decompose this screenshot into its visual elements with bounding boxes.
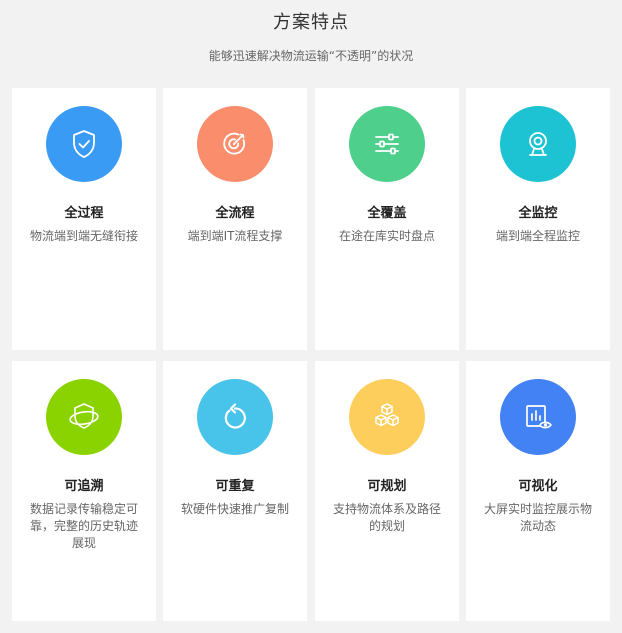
feature-title: 全流程 [215, 206, 255, 221]
feature-icon-circle [349, 379, 425, 455]
feature-description: 端到端IT流程支撑 [187, 229, 283, 243]
feature-description: 数据记录传输稳定可靠，完整的历史轨迹展现 [29, 502, 138, 550]
feature-title: 全过程 [64, 206, 104, 221]
feature-title: 可重复 [215, 479, 255, 494]
feature-description: 支持物流体系及路径的规划 [332, 502, 441, 533]
feature-card-visualization: 可视化 大屏实时监控展示物流动态 [466, 361, 610, 621]
feature-title: 可规划 [367, 479, 407, 494]
feature-icon-circle [197, 106, 273, 182]
feature-icon-circle [500, 106, 576, 182]
feature-icon-circle [500, 379, 576, 455]
feature-card-repeatable: 可重复 软硬件快速推广复制 [163, 361, 307, 621]
feature-card-full-monitoring: 全监控 端到端全程监控 [466, 88, 610, 350]
feature-card-full-process: 全过程 物流端到端无缝衔接 [12, 88, 156, 350]
refresh-icon [224, 403, 246, 429]
target-icon [223, 132, 246, 155]
feature-description: 软硬件快速推广复制 [180, 502, 289, 516]
shield-orbit-icon [69, 403, 99, 429]
webcam-icon [529, 132, 547, 156]
page-title: 方案特点 [273, 12, 349, 33]
feature-description: 物流端到端无缝衔接 [29, 229, 138, 243]
feature-icon-circle [46, 379, 122, 455]
feature-title: 可追溯 [64, 479, 104, 494]
feature-description: 在途在库实时盘点 [338, 229, 435, 243]
feature-icon-circle [46, 106, 122, 182]
feature-title: 全覆盖 [367, 206, 407, 221]
feature-icon-circle [349, 106, 425, 182]
feature-description: 大屏实时监控展示物流动态 [483, 502, 592, 533]
sliders-icon [375, 133, 399, 155]
feature-description: 端到端全程监控 [495, 229, 580, 243]
feature-title: 全监控 [518, 206, 558, 221]
feature-card-full-coverage: 全覆盖 在途在库实时盘点 [315, 88, 459, 350]
page-subtitle: 能够迅速解决物流运输“不透明”的状况 [208, 49, 414, 63]
shield-check-icon [73, 130, 95, 158]
feature-title: 可视化 [518, 479, 558, 494]
feature-card-full-flow: 全流程 端到端IT流程支撑 [163, 88, 307, 350]
feature-icon-circle [197, 379, 273, 455]
chart-eye-icon [526, 405, 552, 429]
feature-card-traceable: 可追溯 数据记录传输稳定可靠，完整的历史轨迹展现 [12, 361, 156, 621]
feature-card-plannable: 可规划 支持物流体系及路径的规划 [315, 361, 459, 621]
cubes-icon [375, 403, 399, 427]
